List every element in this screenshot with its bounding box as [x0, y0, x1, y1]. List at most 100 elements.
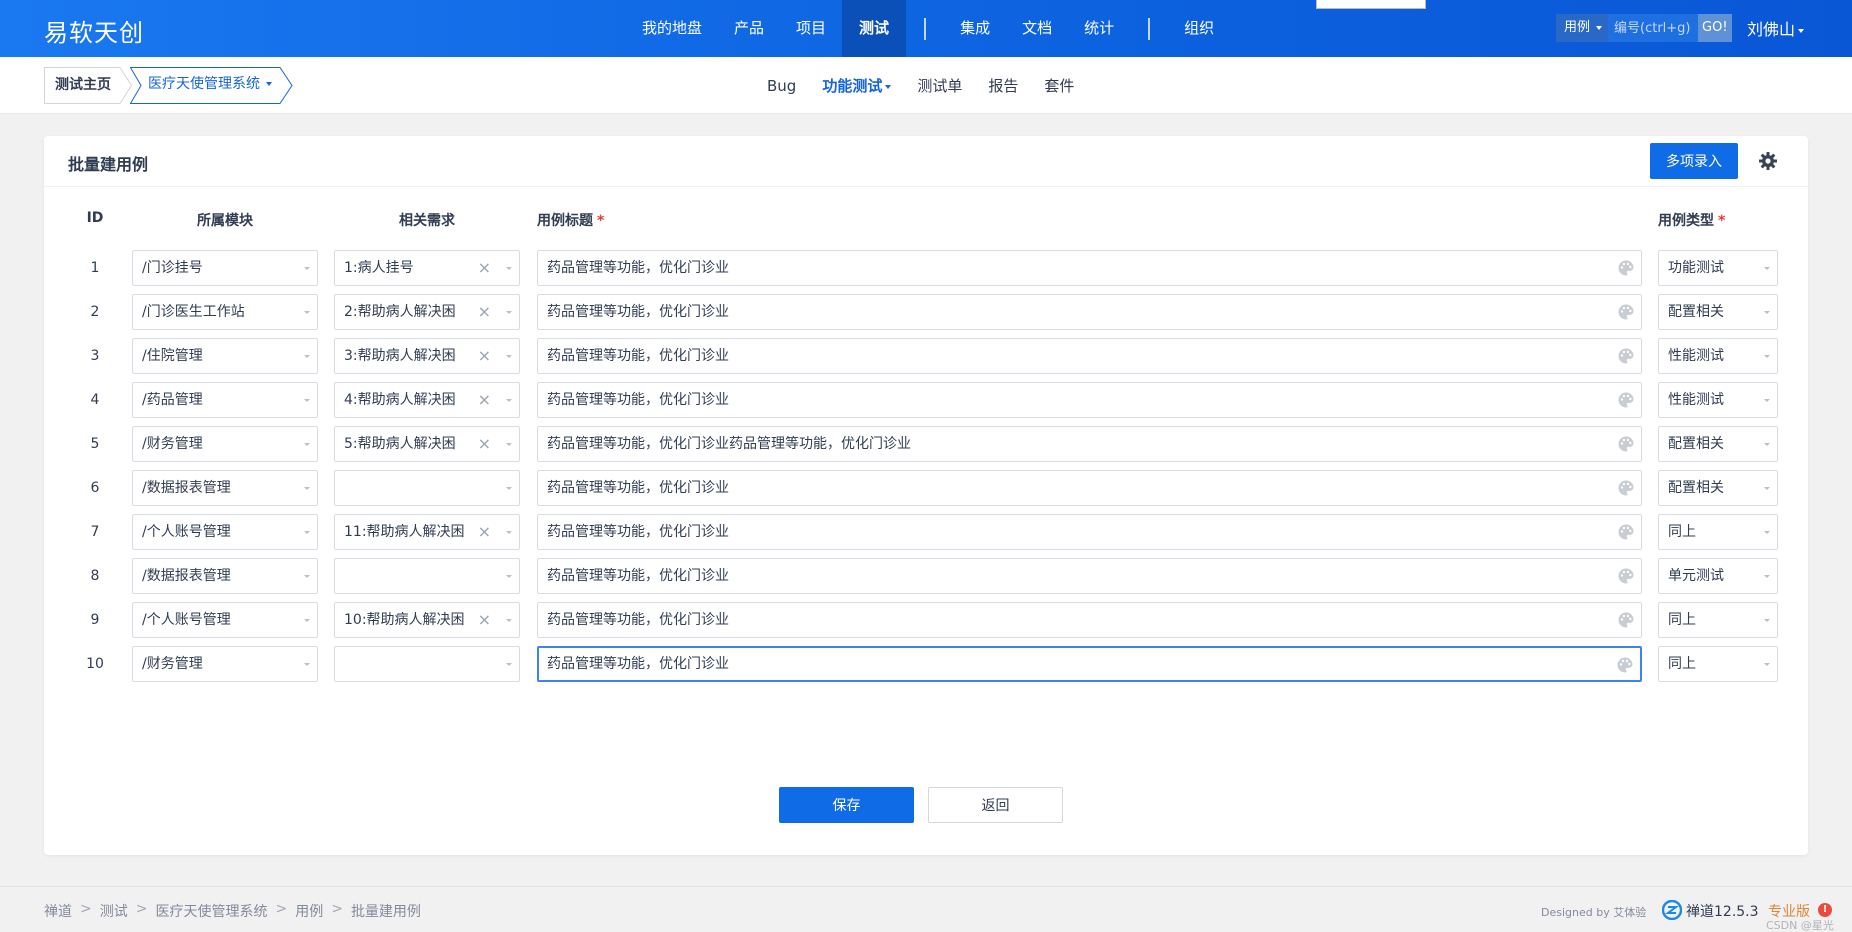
nav-project[interactable]: 项目 [780, 0, 842, 57]
palette-icon[interactable] [1617, 611, 1635, 629]
designed-by[interactable]: Designed by 艾体验 [1541, 904, 1646, 920]
module-select[interactable]: /数据报表管理 [132, 558, 318, 594]
module-select[interactable]: /财务管理 [132, 646, 318, 682]
table-row: 8/数据报表管理 药品管理等功能，优化门诊业 单元测试 [44, 558, 1808, 594]
nav-report[interactable]: 统计 [1068, 0, 1130, 57]
case-title-input[interactable]: 药品管理等功能，优化门诊业 [537, 646, 1642, 682]
clear-icon[interactable]: × [478, 603, 491, 637]
clear-icon[interactable]: × [478, 383, 491, 417]
breadcrumb-product-select[interactable]: 医疗天使管理系统 [136, 67, 290, 104]
case-type-select[interactable]: 同上 [1658, 646, 1778, 682]
clear-icon[interactable]: × [478, 251, 491, 285]
subnav-testtask[interactable]: 测试单 [904, 75, 975, 96]
subnav-bug[interactable]: Bug [754, 77, 809, 95]
case-type-select[interactable]: 同上 [1658, 514, 1778, 550]
palette-icon[interactable] [1617, 347, 1635, 365]
palette-icon[interactable] [1617, 523, 1635, 541]
subnav-testcase[interactable]: 功能测试 [809, 75, 904, 96]
story-select[interactable]: 10:帮助病人解决困 × [334, 602, 520, 638]
nav-integration[interactable]: 集成 [944, 0, 1006, 57]
module-select[interactable]: /住院管理 [132, 338, 318, 374]
chevron-down-icon [304, 267, 310, 270]
nav-my[interactable]: 我的地盘 [626, 0, 718, 57]
panel-header: 批量建用例 多项录入 [44, 136, 1808, 187]
brand-logo[interactable]: 易软天创 [44, 13, 144, 48]
palette-icon[interactable] [1617, 259, 1635, 277]
clear-icon[interactable]: × [478, 427, 491, 461]
footer-crumb-zentao[interactable]: 禅道 [44, 901, 72, 921]
chevron-down-icon [1764, 487, 1770, 490]
nav-product[interactable]: 产品 [718, 0, 780, 57]
case-type-select[interactable]: 功能测试 [1658, 250, 1778, 286]
case-title-input[interactable]: 药品管理等功能，优化门诊业 [537, 338, 1642, 374]
module-select[interactable]: /财务管理 [132, 426, 318, 462]
case-type-select[interactable]: 同上 [1658, 602, 1778, 638]
case-type-select[interactable]: 性能测试 [1658, 338, 1778, 374]
palette-icon[interactable] [1617, 435, 1635, 453]
case-title-input[interactable]: 药品管理等功能，优化门诊业 [537, 514, 1642, 550]
header-type-label: 用例类型 [1658, 213, 1714, 229]
story-select[interactable]: 4:帮助病人解决困 × [334, 382, 520, 418]
palette-icon[interactable] [1617, 567, 1635, 585]
nav-divider [924, 17, 927, 40]
module-select[interactable]: /门诊挂号 [132, 250, 318, 286]
case-title-input[interactable]: 药品管理等功能，优化门诊业 [537, 470, 1642, 506]
story-select[interactable] [334, 470, 520, 506]
case-title-input[interactable]: 药品管理等功能，优化门诊业 [537, 250, 1642, 286]
story-select[interactable]: 5:帮助病人解决困 × [334, 426, 520, 462]
story-select[interactable] [334, 558, 520, 594]
subnav-report[interactable]: 报告 [975, 75, 1031, 96]
case-type-select[interactable]: 单元测试 [1658, 558, 1778, 594]
case-type-value: 同上 [1668, 612, 1696, 628]
chevron-down-icon [266, 82, 272, 86]
module-select[interactable]: /个人账号管理 [132, 514, 318, 550]
story-select[interactable]: 1:病人挂号 × [334, 250, 520, 286]
case-title-input[interactable]: 药品管理等功能，优化门诊业 [537, 602, 1642, 638]
footer-crumb-case[interactable]: 用例 [295, 901, 323, 921]
story-select[interactable]: 2:帮助病人解决困 × [334, 294, 520, 330]
palette-icon[interactable] [1617, 479, 1635, 497]
chevron-down-icon [1764, 619, 1770, 622]
gear-icon[interactable] [1758, 151, 1778, 171]
case-title-input[interactable]: 药品管理等功能，优化门诊业药品管理等功能，优化门诊业 [537, 426, 1642, 462]
subnav-suite[interactable]: 套件 [1031, 75, 1087, 96]
nav-company[interactable]: 组织 [1168, 0, 1230, 57]
back-button[interactable]: 返回 [928, 787, 1063, 823]
story-select[interactable]: 3:帮助病人解决困 × [334, 338, 520, 374]
story-select[interactable] [334, 646, 520, 682]
story-select[interactable]: 11:帮助病人解决困 × [334, 514, 520, 550]
case-title-input[interactable]: 药品管理等功能，优化门诊业 [537, 294, 1642, 330]
module-select[interactable]: /门诊医生工作站 [132, 294, 318, 330]
footer-crumb-test[interactable]: 测试 [100, 901, 128, 921]
table-row: 5/财务管理 5:帮助病人解决困 × 药品管理等功能，优化门诊业药品管理等功能，优化门… [44, 426, 1808, 462]
case-type-select[interactable]: 性能测试 [1658, 382, 1778, 418]
user-menu[interactable]: 刘佛山 [1747, 16, 1805, 40]
zentao-version[interactable]: 禅道12.5.3 [1686, 901, 1759, 921]
nav-test[interactable]: 测试 [842, 0, 907, 57]
nav-doc[interactable]: 文档 [1006, 0, 1068, 57]
module-select[interactable]: /药品管理 [132, 382, 318, 418]
palette-icon[interactable] [1616, 656, 1634, 674]
case-type-select[interactable]: 配置相关 [1658, 426, 1778, 462]
search-type-select[interactable]: 用例 [1556, 14, 1609, 42]
multi-input-button[interactable]: 多项录入 [1650, 143, 1738, 179]
chevron-down-icon [1764, 355, 1770, 358]
module-select[interactable]: /个人账号管理 [132, 602, 318, 638]
case-title-input[interactable]: 药品管理等功能，优化门诊业 [537, 558, 1642, 594]
search-input[interactable] [1608, 14, 1699, 42]
case-title-input[interactable]: 药品管理等功能，优化门诊业 [537, 382, 1642, 418]
clear-icon[interactable]: × [478, 339, 491, 373]
row-id: 3 [90, 348, 100, 364]
save-button[interactable]: 保存 [779, 787, 914, 823]
module-select[interactable]: /数据报表管理 [132, 470, 318, 506]
clear-icon[interactable]: × [478, 295, 491, 329]
search-go-button[interactable]: GO! [1698, 14, 1732, 42]
case-type-value: 配置相关 [1668, 304, 1724, 320]
palette-icon[interactable] [1617, 303, 1635, 321]
case-type-select[interactable]: 配置相关 [1658, 470, 1778, 506]
case-type-select[interactable]: 配置相关 [1658, 294, 1778, 330]
breadcrumb-test-home[interactable]: 测试主页 [44, 67, 121, 104]
palette-icon[interactable] [1617, 391, 1635, 409]
clear-icon[interactable]: × [478, 515, 491, 549]
footer-crumb-product[interactable]: 医疗天使管理系统 [155, 901, 267, 921]
